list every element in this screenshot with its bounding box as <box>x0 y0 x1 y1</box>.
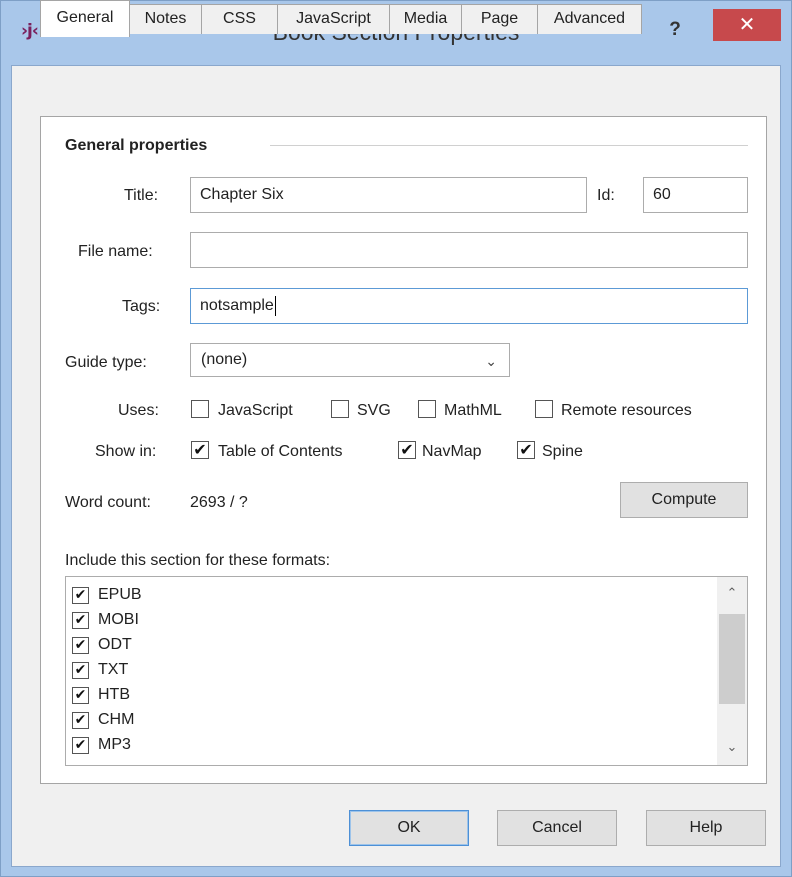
title-input[interactable]: Chapter Six <box>190 177 587 213</box>
format-odt-label: ODT <box>98 636 132 653</box>
uses-remote-resources-checkbox[interactable] <box>535 400 553 418</box>
tags-input[interactable]: notsample <box>190 288 748 324</box>
group-title: General properties <box>65 137 208 154</box>
tab-css[interactable]: CSS <box>201 4 278 34</box>
format-chm-label: CHM <box>98 711 135 728</box>
show-in-label: Show in: <box>95 443 157 460</box>
formats-label: Include this section for these formats: <box>65 552 331 569</box>
show-in-toc-checkbox[interactable]: ✔ <box>191 441 209 459</box>
guide-type-value: (none) <box>201 351 248 368</box>
id-label: Id: <box>597 187 615 204</box>
format-txt-checkbox[interactable]: ✔ <box>72 662 89 679</box>
vertical-scrollbar[interactable]: ⌃ ⌄ <box>717 577 747 765</box>
scrollbar-thumb[interactable] <box>719 614 745 704</box>
format-odt-checkbox[interactable]: ✔ <box>72 637 89 654</box>
format-htb-checkbox[interactable]: ✔ <box>72 687 89 704</box>
tab-page[interactable]: Page <box>461 4 538 34</box>
tab-general[interactable]: General <box>40 0 130 37</box>
uses-svg-checkbox[interactable] <box>331 400 349 418</box>
word-count-value: 2693 / ? <box>190 494 248 511</box>
tab-javascript[interactable]: JavaScript <box>277 4 390 34</box>
format-txt-label: TXT <box>98 661 129 678</box>
format-epub-checkbox[interactable]: ✔ <box>72 587 89 604</box>
guide-type-label: Guide type: <box>65 354 147 371</box>
close-button[interactable]: ✕ <box>713 9 781 41</box>
show-in-spine-checkbox[interactable]: ✔ <box>517 441 535 459</box>
show-in-spine-label: Spine <box>542 443 583 460</box>
title-label: Title: <box>124 187 159 204</box>
uses-javascript-checkbox[interactable] <box>191 400 209 418</box>
show-in-toc-label: Table of Contents <box>218 443 343 460</box>
format-epub-label: EPUB <box>98 586 142 603</box>
uses-mathml-checkbox[interactable] <box>418 400 436 418</box>
uses-javascript-label: JavaScript <box>218 402 293 419</box>
format-mp3-checkbox[interactable]: ✔ <box>72 737 89 754</box>
id-input[interactable]: 60 <box>643 177 748 213</box>
file-name-label: File name: <box>78 243 153 260</box>
group-divider <box>270 145 748 146</box>
tab-notes[interactable]: Notes <box>129 4 202 34</box>
word-count-label: Word count: <box>65 494 151 511</box>
chevron-down-icon: ⌄ <box>485 353 497 369</box>
show-in-navmap-checkbox[interactable]: ✔ <box>398 441 416 459</box>
help-icon[interactable]: ? <box>661 19 689 43</box>
tags-value: notsample <box>200 297 274 314</box>
format-chm-checkbox[interactable]: ✔ <box>72 712 89 729</box>
format-mobi-label: MOBI <box>98 611 139 628</box>
ok-button[interactable]: OK <box>349 810 469 846</box>
format-htb-label: HTB <box>98 686 130 703</box>
tab-advanced[interactable]: Advanced <box>537 4 642 34</box>
uses-mathml-label: MathML <box>444 402 502 419</box>
format-mobi-checkbox[interactable]: ✔ <box>72 612 89 629</box>
cancel-button[interactable]: Cancel <box>497 810 617 846</box>
uses-svg-label: SVG <box>357 402 391 419</box>
help-button[interactable]: Help <box>646 810 766 846</box>
tab-media[interactable]: Media <box>389 4 462 34</box>
uses-remote-resources-label: Remote resources <box>561 402 692 419</box>
text-caret <box>274 295 276 316</box>
chevron-down-icon[interactable]: ⌄ <box>717 735 747 765</box>
formats-listbox[interactable]: ✔ EPUB ✔ MOBI ✔ ODT ✔ TXT ✔ HTB ✔ CHM ✔ … <box>65 576 748 766</box>
chevron-up-icon[interactable]: ⌃ <box>717 577 747 607</box>
guide-type-select[interactable]: (none) ⌄ <box>190 343 510 377</box>
compute-button[interactable]: Compute <box>620 482 748 518</box>
file-name-input[interactable] <box>190 232 748 268</box>
uses-label: Uses: <box>118 402 159 419</box>
format-mp3-label: MP3 <box>98 736 131 753</box>
show-in-navmap-label: NavMap <box>422 443 482 460</box>
tags-label: Tags: <box>122 298 161 315</box>
